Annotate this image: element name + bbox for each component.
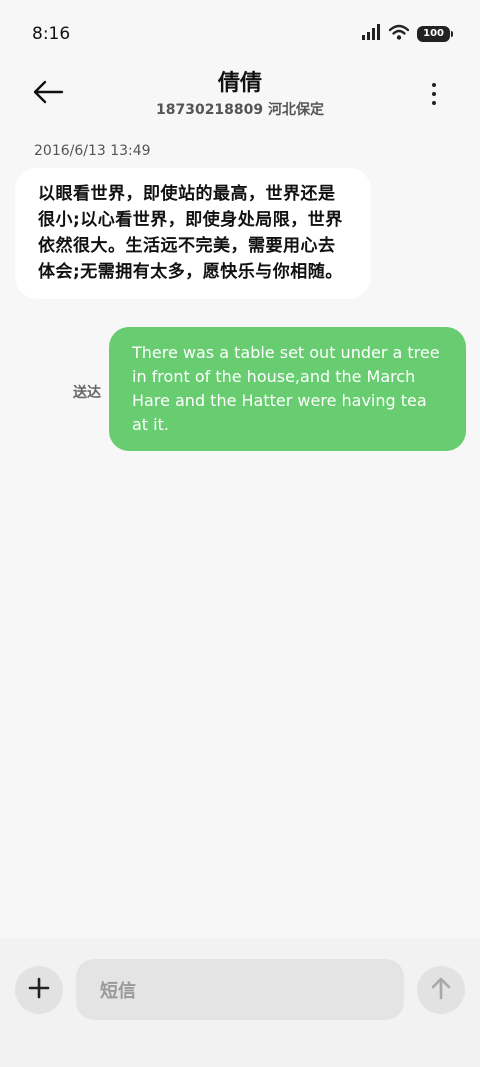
status-icons: 100 <box>361 24 453 44</box>
more-vertical-icon-dot <box>432 101 436 105</box>
status-bar: 8:16 100 <box>0 0 480 66</box>
incoming-message-bubble[interactable]: 以眼看世界，即使站的最高，世界还是很小;以心看世界，即使身处局限，世界依然很大。… <box>15 168 371 299</box>
delivery-status: 送达 <box>73 385 101 401</box>
arrow-up-icon <box>430 976 452 1004</box>
send-button[interactable] <box>417 966 465 1014</box>
more-vertical-icon-dot <box>432 83 436 87</box>
status-time: 8:16 <box>32 24 71 44</box>
message-timestamp: 2016/6/13 13:49 <box>34 143 151 159</box>
add-attachment-button[interactable] <box>15 966 63 1014</box>
message-input[interactable]: 短信 <box>76 959 404 1020</box>
plus-icon <box>28 977 50 1003</box>
contact-name: 倩倩 <box>217 71 262 96</box>
compose-bar: 短信 <box>0 938 480 1067</box>
more-options-button[interactable] <box>422 78 446 110</box>
battery-icon: 100 <box>417 26 453 42</box>
more-vertical-icon-dot <box>432 92 436 96</box>
signal-icon <box>361 24 381 44</box>
outgoing-message-bubble[interactable]: There was a table set out under a tree i… <box>109 327 466 451</box>
wifi-icon <box>388 24 410 44</box>
contact-info[interactable]: 倩倩 18730218809 河北保定 <box>0 70 480 119</box>
conversation-header: 倩倩 18730218809 河北保定 <box>0 66 480 126</box>
contact-phone-location: 18730218809 河北保定 <box>155 102 325 118</box>
